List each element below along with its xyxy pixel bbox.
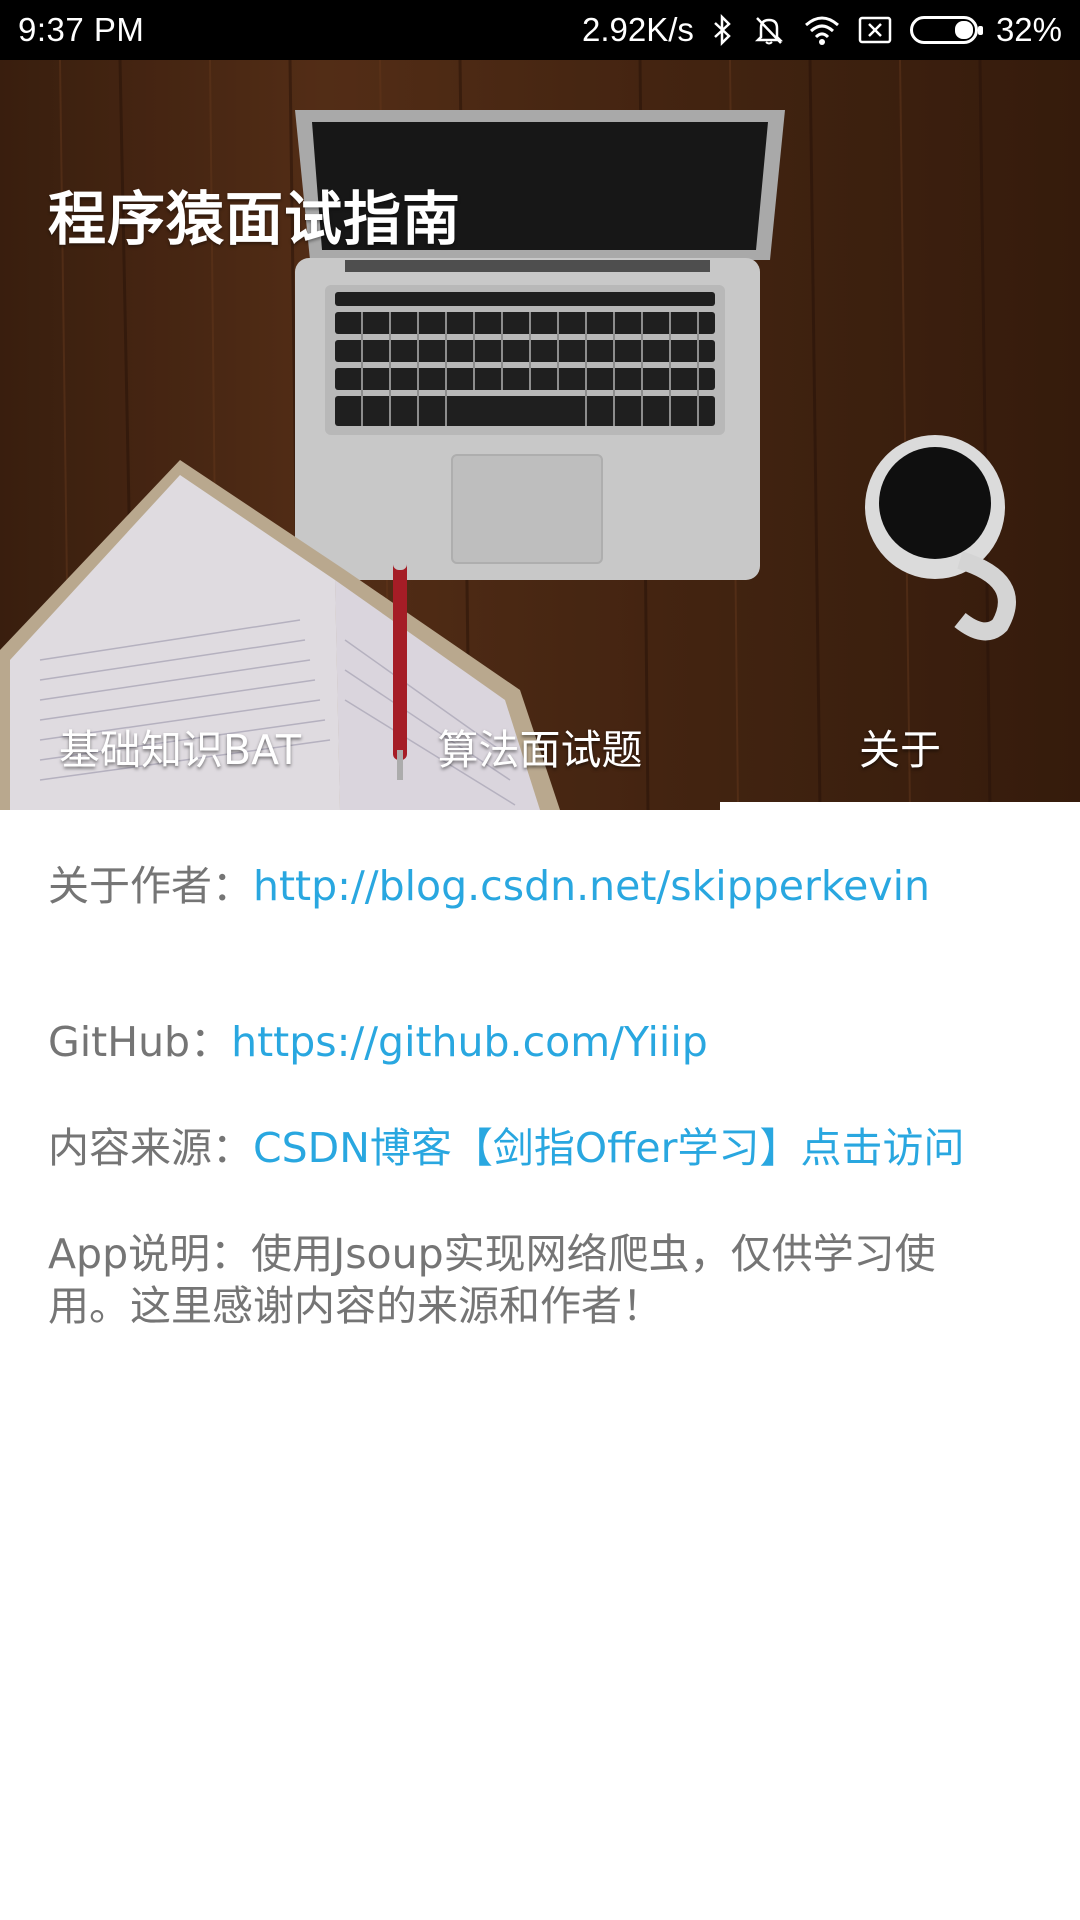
tab-indicator — [720, 802, 1080, 810]
source-row: 内容来源：CSDN博客【剑指Offer学习】点击访问 — [48, 1122, 965, 1174]
tab-about[interactable]: 关于 — [720, 682, 1080, 810]
no-sim-icon — [858, 16, 892, 44]
bluetooth-icon — [712, 14, 734, 46]
source-link[interactable]: CSDN博客【剑指Offer学习】点击访问 — [253, 1124, 965, 1172]
author-row: 关于作者：http://blog.csdn.net/skipperkevin — [48, 860, 930, 912]
status-icons: 2.92K/s 32% — [582, 0, 1062, 60]
battery-percent: 32% — [995, 11, 1062, 48]
app-description: App说明：使用Jsoup实现网络爬虫，仅供学习使用。这里感谢内容的来源和作者！ — [48, 1230, 936, 1330]
battery-icon — [909, 16, 983, 44]
github-link[interactable]: https://github.com/Yiiip — [231, 1018, 708, 1066]
status-bar: 9:37 PM 2.92K/s 32% — [0, 0, 1080, 60]
author-link[interactable]: http://blog.csdn.net/skipperkevin — [253, 862, 930, 910]
status-time: 9:37 PM — [18, 11, 145, 48]
source-label: 内容来源： — [48, 1124, 253, 1172]
network-speed: 2.92K/s — [582, 11, 694, 48]
tab-basic-knowledge[interactable]: 基础知识BAT — [0, 682, 360, 810]
github-row: GitHub：https://github.com/Yiiip — [48, 1016, 708, 1068]
tab-algorithms[interactable]: 算法面试题 — [360, 682, 720, 810]
wifi-icon — [804, 15, 840, 45]
mute-bell-icon — [752, 13, 786, 47]
github-label: GitHub： — [48, 1018, 232, 1066]
tab-bar: 基础知识BAT 算法面试题 关于 — [0, 682, 1080, 810]
author-label: 关于作者： — [48, 862, 253, 910]
app-title: 程序猿面试指南 — [48, 185, 462, 253]
